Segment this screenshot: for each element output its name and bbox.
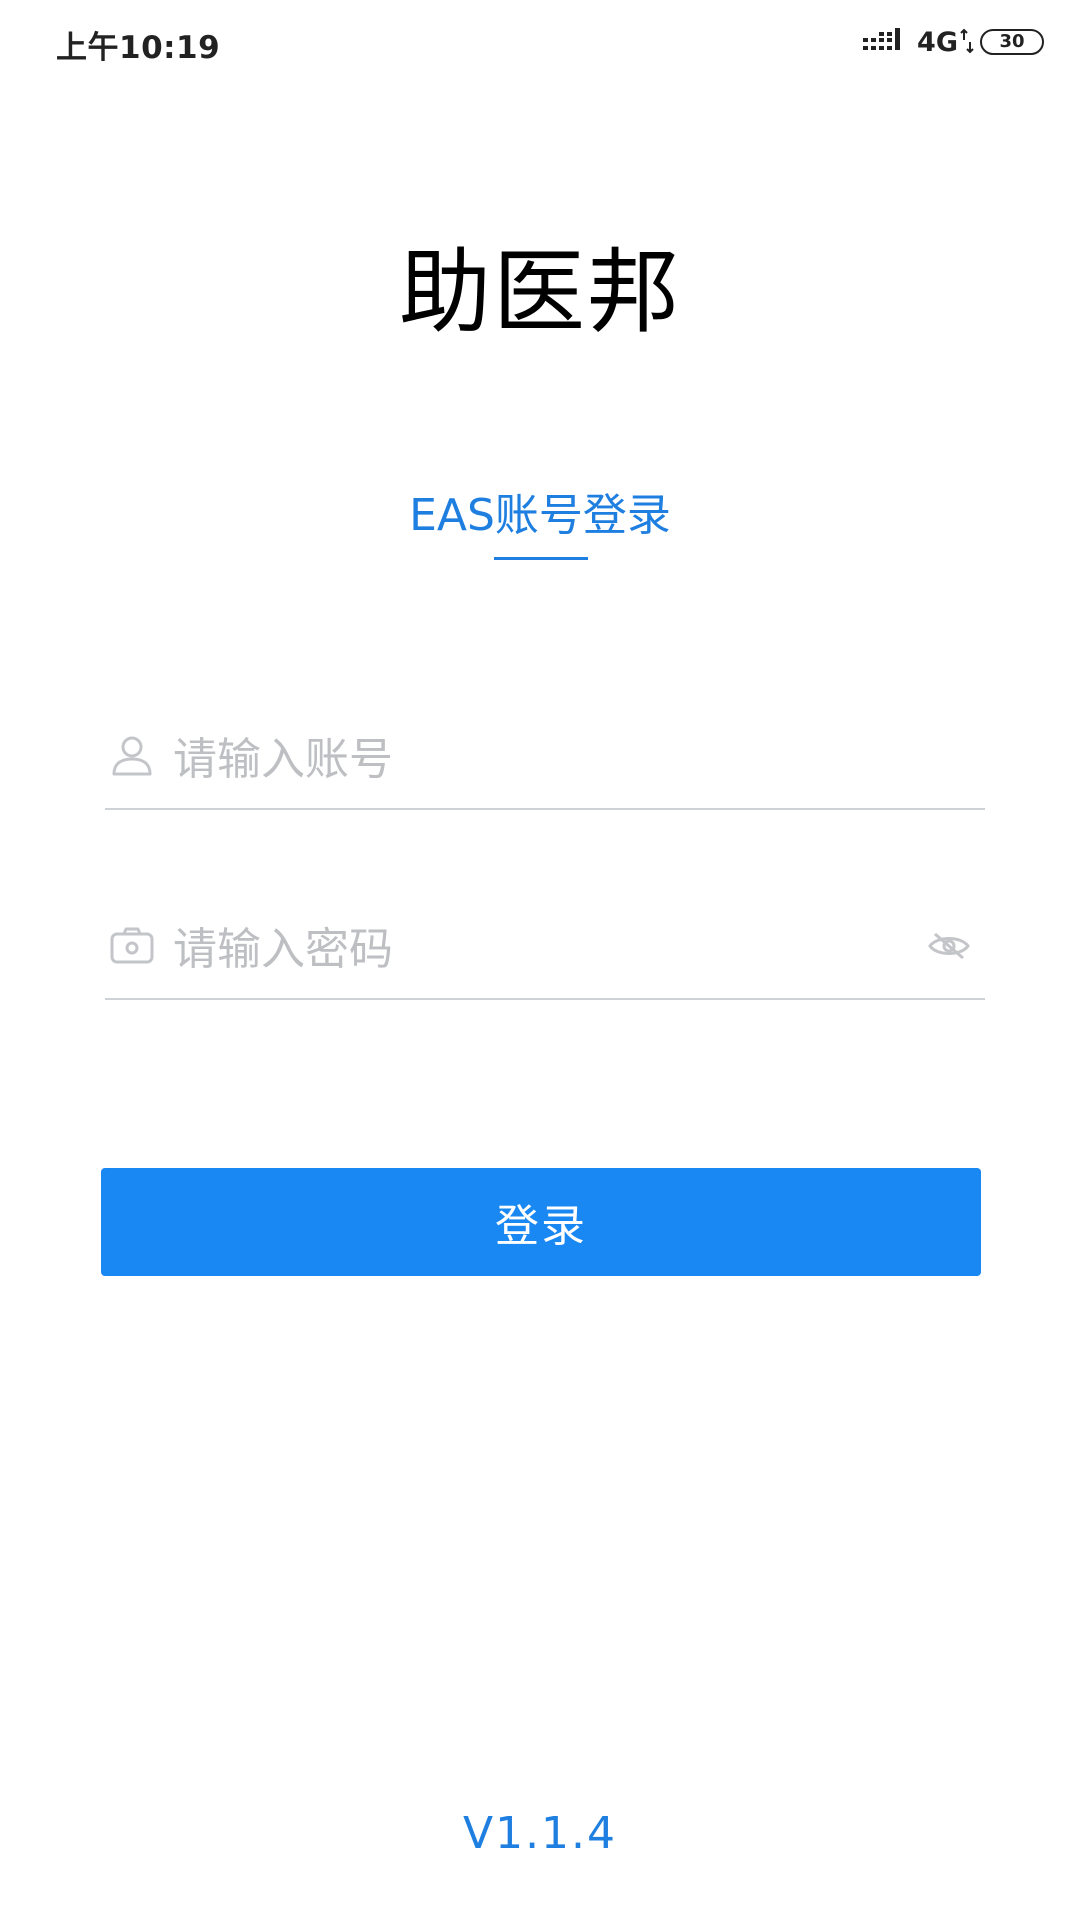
status-bar: 上午10:19 4G 30 (0, 0, 1080, 84)
signal-icon (863, 28, 901, 50)
account-field (105, 722, 985, 810)
login-button[interactable]: 登录 (101, 1168, 981, 1276)
status-indicators: 4G 30 (863, 24, 1044, 60)
account-input[interactable] (173, 724, 873, 794)
data-arrows-icon (960, 28, 974, 54)
app-title: 助医邦 (398, 239, 681, 346)
tab-eas-login[interactable]: EAS账号登录 (0, 488, 1080, 544)
network-type: 4G (917, 26, 958, 58)
password-input[interactable] (173, 914, 873, 984)
status-time: 上午10:19 (56, 30, 221, 66)
tab-active-indicator (494, 557, 588, 560)
user-icon (112, 736, 152, 776)
password-field (105, 912, 985, 1000)
battery-icon: 30 (980, 29, 1044, 55)
app-version: V1.1.4 (462, 1808, 618, 1859)
eye-icon[interactable] (927, 928, 971, 964)
lock-icon (110, 927, 154, 964)
battery-level: 30 (999, 31, 1025, 52)
